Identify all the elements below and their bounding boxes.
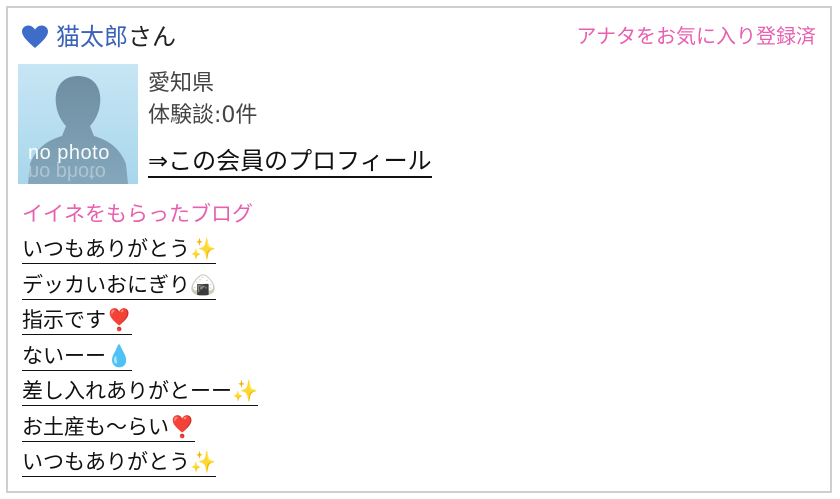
blog-link[interactable]: いつもありがとう✨ <box>22 449 217 477</box>
blog-link[interactable]: 差し入れありがとーー✨ <box>22 378 259 406</box>
profile-info: 愛知県 体験談:0件 ⇒この会員のプロフィール <box>148 68 432 178</box>
blog-link[interactable]: いつもありがとう✨ <box>22 236 217 264</box>
profile-summary: no photo no photo 愛知県 体験談:0件 ⇒この会員のプロフィー… <box>18 64 798 186</box>
blog-link[interactable]: ないーー💧 <box>22 343 133 371</box>
list-item: 差し入れありがとーー✨ <box>22 378 802 414</box>
member-name-link[interactable]: 猫太郎 <box>56 23 128 51</box>
favorite-status: アナタをお気に入り登録済 <box>576 24 816 48</box>
list-item: 指示です❣️ <box>22 307 802 343</box>
list-item: いつもありがとう✨ <box>22 449 802 485</box>
blog-link[interactable]: お土産も〜らい❣️ <box>22 414 196 442</box>
prefecture: 愛知県 <box>148 71 215 96</box>
blog-link[interactable]: 指示です❣️ <box>22 307 133 335</box>
list-item: デッカいおにぎり🍙 <box>22 272 802 308</box>
name-suffix: さん <box>128 23 176 51</box>
avatar-placeholder-reflection: no photo <box>28 161 106 183</box>
avatar[interactable]: no photo no photo <box>18 64 138 184</box>
blog-link[interactable]: デッカいおにぎり🍙 <box>22 272 217 300</box>
list-item: お土産も〜らい❣️ <box>22 414 802 450</box>
liked-blogs-title: イイネをもらったブログ <box>22 202 253 226</box>
card-header: 猫太郎さん アナタをお気に入り登録済 <box>22 18 816 58</box>
member-name: 猫太郎さん <box>56 22 176 52</box>
liked-blogs-list: いつもありがとう✨ デッカいおにぎり🍙 指示です❣️ ないーー💧 差し入れありが… <box>22 236 802 485</box>
list-item: ないーー💧 <box>22 343 802 379</box>
experience-count: 体験談:0件 <box>148 103 258 128</box>
liked-blogs-section: イイネをもらったブログ いつもありがとう✨ デッカいおにぎり🍙 指示です❣️ な… <box>22 200 802 485</box>
heart-icon <box>22 25 48 49</box>
member-card: 猫太郎さん アナタをお気に入り登録済 no photo no photo 愛知県… <box>6 6 832 493</box>
member-profile-link[interactable]: ⇒この会員のプロフィール <box>148 146 432 178</box>
list-item: いつもありがとう✨ <box>22 236 802 272</box>
